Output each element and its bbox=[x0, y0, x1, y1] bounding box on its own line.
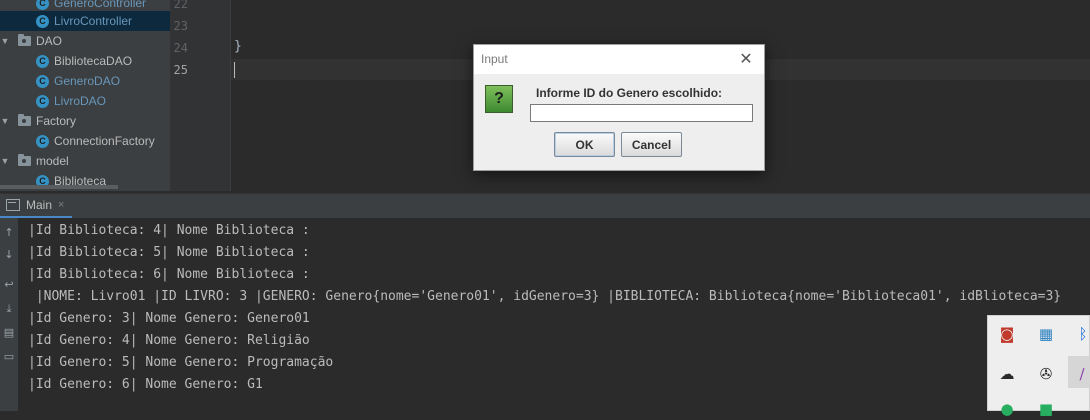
tree-item-label: GeneroController bbox=[54, 0, 147, 10]
package-folder-icon bbox=[18, 154, 31, 166]
tab-main[interactable]: Main × bbox=[0, 194, 73, 218]
code-line: } bbox=[234, 39, 242, 54]
tree-item-label: Factory bbox=[36, 114, 77, 128]
tree-item-label: LivroController bbox=[54, 14, 133, 28]
app-wheel-icon[interactable]: ✇ bbox=[1035, 363, 1057, 385]
line-number: 23 bbox=[173, 19, 188, 33]
tab-label: Main bbox=[26, 198, 53, 212]
tree-item-model[interactable]: ▼ model bbox=[0, 151, 170, 171]
close-icon[interactable]: ✕ bbox=[736, 49, 756, 69]
print-icon[interactable]: ▤ bbox=[3, 327, 15, 339]
cancel-button[interactable]: Cancel bbox=[621, 132, 682, 157]
tree-item-label: model bbox=[36, 154, 69, 168]
update-icon[interactable]: ■ bbox=[1035, 398, 1057, 420]
scroll-to-end-icon[interactable]: ⤓ bbox=[3, 303, 15, 315]
package-folder-icon bbox=[18, 114, 31, 126]
run-toolbar: ↑ ↓ ↩ ⤓ ▤ ▭ bbox=[0, 218, 18, 411]
tree-item-livrocontroller[interactable]: C LivroController bbox=[0, 11, 170, 31]
tree-item-connectionfactory[interactable]: C ConnectionFactory bbox=[0, 131, 170, 151]
console-line: |Id Biblioteca: 4| Nome Biblioteca : bbox=[28, 223, 310, 238]
question-icon: ? bbox=[485, 85, 513, 113]
console-line: |NOME: Livro01 |ID LIVRO: 3 |GENERO: Gen… bbox=[28, 289, 1062, 304]
tree-item-bibliotecadao[interactable]: C BibliotecaDAO bbox=[0, 51, 170, 71]
console-output[interactable]: |Id Biblioteca: 4| Nome Biblioteca : |Id… bbox=[18, 218, 1090, 411]
tree-item-label: BibliotecaDAO bbox=[54, 54, 133, 68]
text-caret bbox=[234, 62, 235, 78]
screen-record-icon[interactable]: ◙ bbox=[996, 323, 1018, 345]
class-icon: C bbox=[36, 74, 49, 88]
run-window-header: Main × bbox=[0, 193, 1090, 218]
tree-item-label: GeneroDAO bbox=[54, 74, 121, 88]
chevron-down-icon[interactable]: ▼ bbox=[0, 36, 10, 46]
line-number: 22 bbox=[173, 0, 188, 11]
ok-button[interactable]: OK bbox=[554, 132, 615, 157]
class-icon: C bbox=[36, 94, 49, 108]
class-icon: C bbox=[36, 54, 49, 68]
tree-item-label: ConnectionFactory bbox=[54, 134, 155, 148]
pen-icon[interactable]: ∕ bbox=[1071, 363, 1090, 385]
network-app-icon[interactable]: ▦ bbox=[1035, 323, 1057, 345]
console-line: |Id Biblioteca: 6| Nome Biblioteca : bbox=[28, 267, 310, 282]
console-line: |Id Biblioteca: 5| Nome Biblioteca : bbox=[28, 245, 310, 260]
console-line: |Id Genero: 5| Nome Genero: Programação bbox=[28, 355, 334, 370]
close-icon[interactable]: × bbox=[58, 199, 64, 211]
line-number: 24 bbox=[173, 41, 188, 55]
class-icon: C bbox=[36, 14, 49, 28]
project-tree: C GeneroController C LivroController ▼ D… bbox=[0, 0, 170, 191]
clear-icon[interactable]: ▭ bbox=[3, 351, 15, 363]
console-line: |Id Genero: 4| Nome Genero: Religião bbox=[28, 333, 310, 348]
package-folder-icon bbox=[18, 34, 31, 46]
class-icon: C bbox=[36, 134, 49, 148]
chevron-down-icon[interactable]: ▼ bbox=[0, 116, 10, 126]
prompt-label: Informe ID do Genero escolhido: bbox=[536, 86, 723, 100]
scroll-up-icon[interactable]: ↑ bbox=[3, 227, 15, 239]
console-line: |Id Genero: 3| Nome Genero: Genero01 bbox=[28, 311, 310, 326]
editor-gutter: 22 23 24 25 bbox=[170, 0, 231, 191]
tree-item-factory[interactable]: ▼ Factory bbox=[0, 111, 170, 131]
system-tray-popup: ◙ ▦ ᛒ ☁ ✇ ∕ ● ■ bbox=[987, 315, 1090, 418]
genero-id-input[interactable] bbox=[530, 104, 753, 122]
soft-wrap-icon[interactable]: ↩ bbox=[3, 279, 15, 291]
console-line: |Id Genero: 6| Nome Genero: G1 bbox=[28, 377, 263, 392]
console-icon bbox=[6, 199, 20, 211]
tree-scrollbar[interactable] bbox=[0, 185, 118, 189]
scroll-down-icon[interactable]: ↓ bbox=[3, 249, 15, 261]
chevron-down-icon[interactable]: ▼ bbox=[0, 156, 10, 166]
class-icon: C bbox=[36, 0, 49, 10]
dialog-titlebar[interactable]: Input ✕ bbox=[474, 45, 764, 74]
bluetooth-icon[interactable]: ᛒ bbox=[1072, 323, 1090, 345]
tree-item-label: DAO bbox=[36, 34, 63, 48]
line-number-current: 25 bbox=[173, 63, 188, 77]
tree-item-label: LivroDAO bbox=[54, 94, 107, 108]
input-dialog: Input ✕ ? Informe ID do Genero escolhido… bbox=[473, 44, 765, 171]
cloud-offline-icon[interactable]: ☁ bbox=[996, 363, 1018, 385]
tree-item-livrodao[interactable]: C LivroDAO bbox=[0, 91, 170, 111]
dialog-title: Input bbox=[481, 52, 508, 66]
security-icon[interactable]: ● bbox=[996, 398, 1018, 420]
tree-item-dao[interactable]: ▼ DAO bbox=[0, 31, 170, 51]
tree-item-generodao[interactable]: C GeneroDAO bbox=[0, 71, 170, 91]
